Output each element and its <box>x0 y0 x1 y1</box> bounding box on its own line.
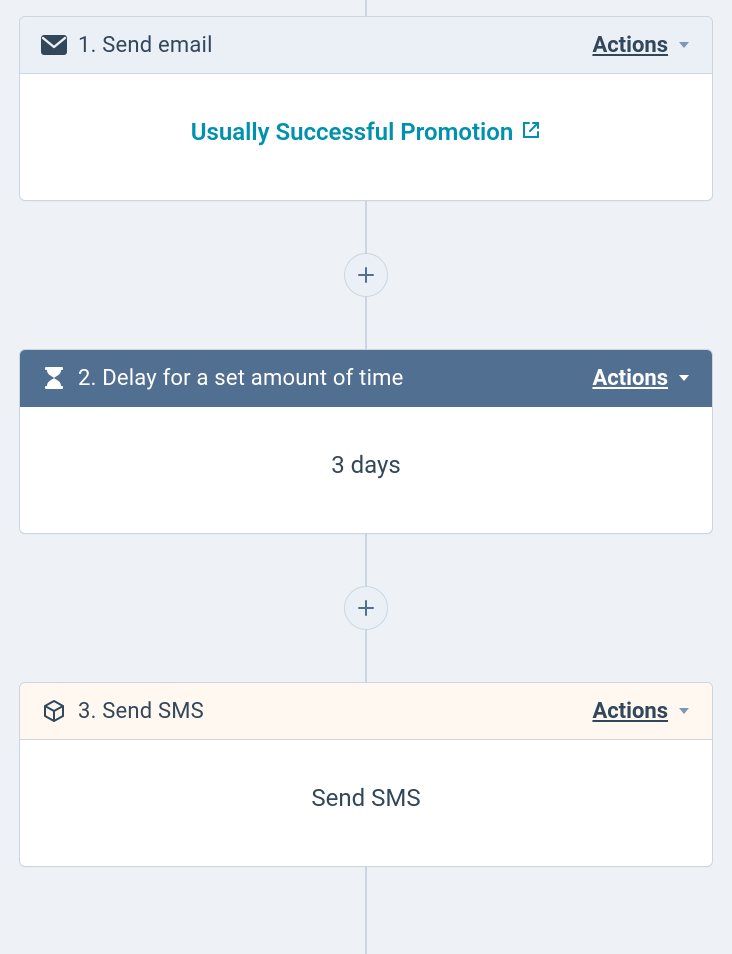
email-icon <box>40 31 68 59</box>
step-body: 3 days <box>20 407 712 533</box>
step-title: 1. Send email <box>78 33 592 58</box>
step-title: 3. Send SMS <box>78 699 592 724</box>
workflow-step-send-email[interactable]: 1. Send email Actions Usually Successful… <box>19 16 713 201</box>
delay-duration-text: 3 days <box>331 451 401 479</box>
step-header: 3. Send SMS Actions <box>20 683 712 740</box>
step-actions-menu[interactable]: Actions <box>592 33 692 58</box>
step-body: Usually Successful Promotion <box>20 74 712 200</box>
sms-body-text: Send SMS <box>311 784 420 812</box>
workflow-step-send-sms[interactable]: 3. Send SMS Actions Send SMS <box>19 682 713 867</box>
email-template-link[interactable]: Usually Successful Promotion <box>191 118 542 146</box>
chevron-down-icon <box>676 37 692 53</box>
step-body: Send SMS <box>20 740 712 866</box>
workflow-step-delay[interactable]: 2. Delay for a set amount of time Action… <box>19 349 713 534</box>
chevron-down-icon <box>676 370 692 386</box>
chevron-down-icon <box>676 703 692 719</box>
step-header: 1. Send email Actions <box>20 17 712 74</box>
add-step-button[interactable] <box>344 253 388 297</box>
hourglass-icon <box>40 364 68 392</box>
step-actions-menu[interactable]: Actions <box>592 699 692 724</box>
step-actions-menu[interactable]: Actions <box>592 366 692 391</box>
step-title: 2. Delay for a set amount of time <box>78 366 592 391</box>
cube-icon <box>40 697 68 725</box>
step-header: 2. Delay for a set amount of time Action… <box>20 350 712 407</box>
add-step-button[interactable] <box>344 586 388 630</box>
external-link-icon <box>521 118 541 146</box>
